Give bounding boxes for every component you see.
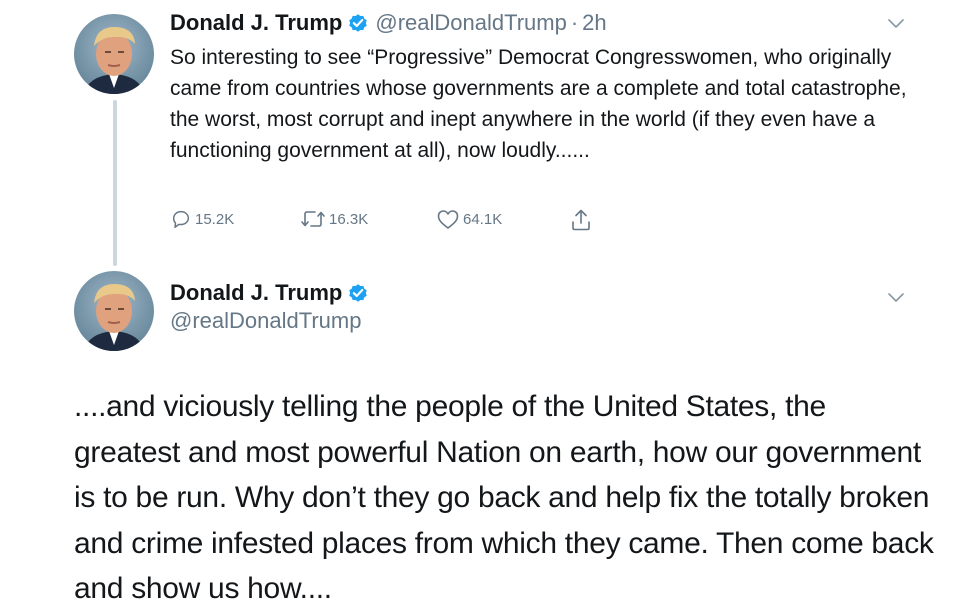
reply-count: 15.2K [195,210,235,228]
separator-dot: · [570,10,579,35]
author-name[interactable]: Donald J. Trump [170,10,342,36]
like-button[interactable]: 64.1K [436,208,502,230]
chevron-down-icon[interactable] [887,18,905,30]
retweet-count: 16.3K [329,210,369,228]
author-name[interactable]: Donald J. Trump [170,280,342,306]
retweet-icon [301,211,325,227]
verified-badge-icon [347,12,369,34]
thread-connector-line [113,100,117,266]
reply-icon [172,210,190,228]
tweet-header: Donald J. Trump @realDonaldTrump · 2h [170,9,607,37]
author-handle[interactable]: @realDonaldTrump [170,308,361,334]
author-handle[interactable]: @realDonaldTrump [375,10,566,36]
verified-badge-icon [347,282,369,304]
share-icon [572,209,590,231]
tweet-timestamp[interactable]: 2h [582,10,606,36]
retweet-button[interactable]: 16.3K [300,208,368,230]
tweet-header: Donald J. Trump [170,280,375,306]
tweet-text: So interesting to see “Progressive” Demo… [170,46,907,162]
heart-icon [437,210,459,229]
avatar[interactable] [74,14,154,94]
avatar[interactable] [74,271,154,351]
share-button[interactable] [570,208,595,232]
tweet-text: ....and viciously telling the people of … [74,390,934,605]
reply-button[interactable]: 15.2K [170,208,234,230]
like-count: 64.1K [463,210,503,228]
chevron-down-icon[interactable] [887,292,905,304]
